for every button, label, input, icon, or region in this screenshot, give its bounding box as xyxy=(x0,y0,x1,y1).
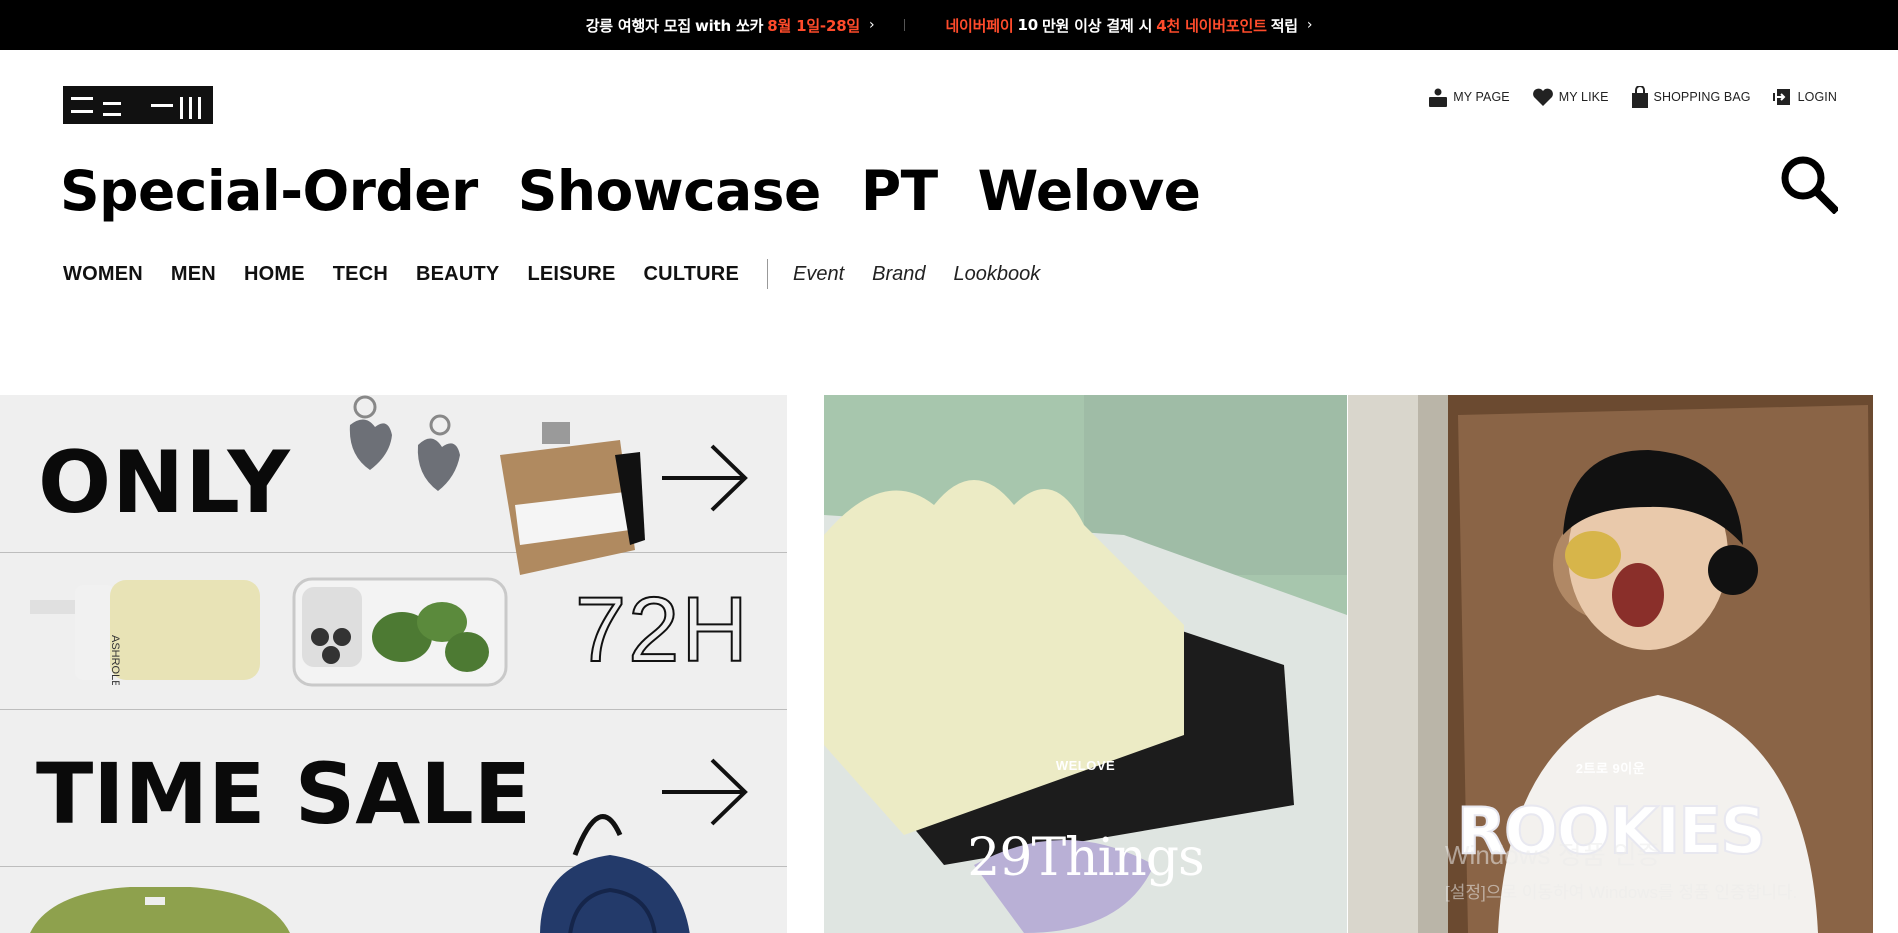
rookies-banner[interactable]: 2트로 9이운 ROOKIES Windows 정품 인증 [설정]으로 이동하… xyxy=(1348,395,1873,933)
heart-icon xyxy=(1532,88,1553,106)
logo-mark xyxy=(63,86,213,124)
announcement-bar: 강릉 여행자 모집 with 쏘카 8월 1일-28일 › 네이버페이 10 만원… xyxy=(0,0,1898,50)
time-sale-text: TIME SALE xyxy=(36,745,532,843)
my-page-label: MY PAGE xyxy=(1453,90,1510,104)
menu-welove[interactable]: Welove xyxy=(978,154,1201,229)
site-logo[interactable] xyxy=(63,86,213,124)
welove-banner[interactable]: WELOVE 29Things xyxy=(824,395,1347,933)
divider xyxy=(904,19,906,31)
promo-points: 4천 네이버포인트 xyxy=(1156,16,1267,35)
menu-showcase[interactable]: Showcase xyxy=(518,154,822,229)
promo-link-soca[interactable]: 강릉 여행자 모집 with 쏘카 8월 1일-28일 › xyxy=(586,15,875,36)
link-event[interactable]: Event xyxy=(793,263,844,286)
promo-brand: 네이버페이 xyxy=(945,16,1014,35)
user-icon xyxy=(1429,88,1448,107)
earrings-image xyxy=(349,395,460,491)
category-leisure[interactable]: LEISURE xyxy=(527,263,615,286)
welove-label: WELOVE xyxy=(1055,758,1116,773)
promo-text: with 쏘카 xyxy=(694,16,764,35)
link-brand[interactable]: Brand xyxy=(872,263,925,286)
promo-amount: 10 xyxy=(1017,16,1038,34)
login-link[interactable]: LOGIN xyxy=(1772,86,1837,108)
only-text: ONLY xyxy=(38,433,291,533)
time-sale-banner[interactable]: ONLY 72H ASHROLEN TIME SALE xyxy=(0,395,787,933)
promo-text: 만원 이상 결제 시 xyxy=(1041,16,1153,35)
category-home[interactable]: HOME xyxy=(244,263,305,286)
shampoo-bottle-image: ASHROLEN xyxy=(30,580,260,685)
nav-divider xyxy=(767,259,768,289)
search-icon xyxy=(1781,156,1840,215)
utility-nav: MY PAGE MY LIKE SHOPPING BAG LOGIN xyxy=(1428,86,1837,108)
bottle-brand-text: ASHROLEN xyxy=(109,635,121,685)
chevron-right-icon: › xyxy=(1306,17,1313,33)
shopping-bag-link[interactable]: SHOPPING BAG xyxy=(1631,86,1751,108)
promo-date: 8월 1일-28일 xyxy=(767,16,861,35)
my-like-link[interactable]: MY LIKE xyxy=(1532,86,1609,108)
link-lookbook[interactable]: Lookbook xyxy=(954,263,1041,286)
category-nav: WOMEN MEN HOME TECH BEAUTY LEISURE CULTU… xyxy=(63,259,1068,289)
menu-pt[interactable]: PT xyxy=(861,154,938,229)
watermark-title: Windows 정품 인증 xyxy=(1445,840,1661,870)
phone-case-image xyxy=(292,577,508,687)
pouch-image xyxy=(500,422,645,575)
category-culture[interactable]: CULTURE xyxy=(644,263,739,286)
backpack-image xyxy=(540,814,690,933)
main-menu: Special-Order Showcase PT Welove xyxy=(60,154,1201,229)
watermark-subtitle: [설정]으로 이동하여 Windows를 정품 인증합니다. xyxy=(1445,883,1798,902)
menu-special-order[interactable]: Special-Order xyxy=(60,154,478,229)
chevron-right-icon: › xyxy=(869,17,875,33)
promo-text: 강릉 여행자 모집 xyxy=(585,16,691,35)
category-women[interactable]: WOMEN xyxy=(63,263,143,286)
jacket-image xyxy=(30,887,290,933)
rookies-label: 2트로 9이운 xyxy=(1575,761,1646,776)
category-men[interactable]: MEN xyxy=(171,263,216,286)
my-like-label: MY LIKE xyxy=(1558,90,1609,104)
my-page-link[interactable]: MY PAGE xyxy=(1428,86,1510,108)
welove-title: 29Things xyxy=(967,828,1204,888)
windows-activation-watermark: Windows 정품 인증 [설정]으로 이동하여 Windows를 정품 인증… xyxy=(1445,835,1797,903)
promo-text: 적립 xyxy=(1270,16,1298,35)
arrow-right-icon xyxy=(662,444,748,512)
category-beauty[interactable]: BEAUTY xyxy=(416,263,499,286)
login-label: LOGIN xyxy=(1797,90,1837,104)
login-icon xyxy=(1772,89,1790,105)
shopping-bag-label: SHOPPING BAG xyxy=(1653,90,1751,104)
search-button[interactable] xyxy=(1778,154,1840,215)
promo-link-naverpay[interactable]: 네이버페이 10 만원 이상 결제 시 4천 네이버포인트 적립 › xyxy=(945,15,1312,36)
bag-icon xyxy=(1631,86,1648,108)
hours-text: 72H xyxy=(574,578,750,682)
category-tech[interactable]: TECH xyxy=(333,263,388,286)
